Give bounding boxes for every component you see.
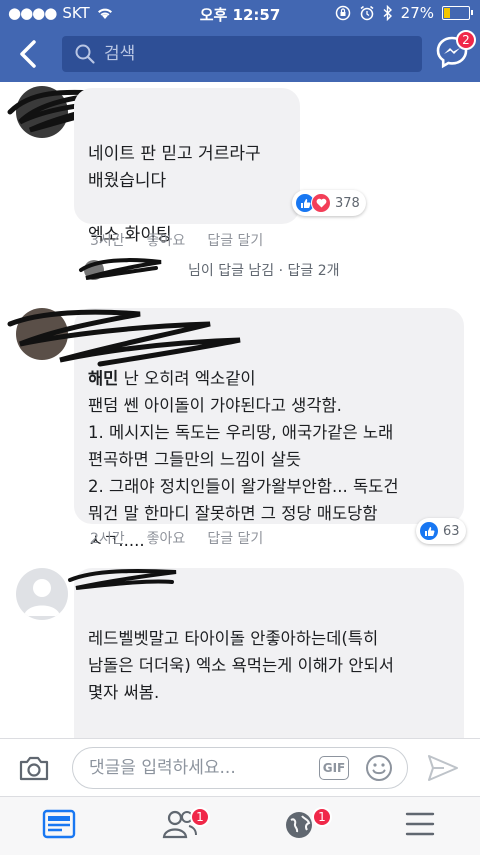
- nav-bar: 2: [0, 30, 480, 78]
- comment-time: 3시간: [90, 233, 125, 249]
- tab-menu[interactable]: [404, 809, 444, 843]
- tab-notifications[interactable]: 1: [284, 807, 332, 843]
- bluetooth-icon: [383, 5, 392, 21]
- comments-list[interactable]: 네이트 판 믿고 거르라구 배웠습니다 엑소 화이팅 378 3시간 좋아요 답…: [0, 82, 480, 738]
- reaction-count: 63: [443, 523, 460, 539]
- avatar[interactable]: [16, 308, 68, 360]
- tab-news-feed[interactable]: [42, 809, 82, 843]
- comment-bubble[interactable]: 레드벨벳말고 타아이돌 안좋아하는데(특히 남돌은 더더욱) 엑소 욕먹는게 이…: [74, 568, 464, 738]
- status-bar: ●●●● SKT 오후 12:57 27%: [0, 0, 480, 26]
- love-reaction-icon: [311, 193, 331, 213]
- like-reaction-icon: [419, 521, 439, 541]
- reply-summary: 님이 답글 남김 · 답글 2개: [188, 263, 340, 279]
- mention-highlight[interactable]: 해민: [88, 369, 118, 388]
- news-feed-icon: [42, 809, 76, 839]
- search-input[interactable]: [102, 43, 406, 65]
- search-icon: [75, 44, 95, 64]
- reply-link[interactable]: 답글 달기: [207, 230, 263, 250]
- comment-input[interactable]: [87, 757, 311, 779]
- comment-composer: GIF: [0, 738, 480, 797]
- back-arrow-icon[interactable]: [14, 36, 44, 72]
- send-icon[interactable]: [426, 753, 460, 783]
- reaction-summary[interactable]: 63: [416, 518, 466, 544]
- avatar: [84, 260, 104, 280]
- battery-percent: 27%: [400, 4, 434, 22]
- avatar[interactable]: [16, 86, 68, 138]
- notifications-badge: 1: [312, 807, 332, 827]
- avatar-placeholder[interactable]: [16, 568, 68, 620]
- comment-bubble[interactable]: 해민 난 오히려 엑소같이 팬덤 쎈 아이돌이 가야된다고 생각함. 1. 메시…: [74, 308, 464, 550]
- like-link[interactable]: 좋아요: [147, 528, 186, 548]
- reply-summary-row[interactable]: 님이 답글 남김 · 답글 2개: [84, 260, 340, 280]
- bottom-tab-bar: 1 1: [0, 796, 480, 855]
- comment-field[interactable]: GIF: [72, 747, 408, 789]
- camera-icon[interactable]: [18, 753, 50, 783]
- default-avatar-icon: [24, 579, 60, 616]
- orientation-lock-icon: [335, 5, 350, 21]
- messenger-button[interactable]: 2: [434, 30, 476, 74]
- comment-text: 난 오히려 엑소같이 팬덤 쎈 아이돌이 가야된다고 생각함. 1. 메시지는 …: [88, 369, 399, 550]
- hamburger-menu-icon: [405, 812, 435, 836]
- reaction-summary[interactable]: 378: [292, 190, 366, 216]
- search-bar[interactable]: [62, 36, 422, 72]
- reply-link[interactable]: 답글 달기: [207, 528, 263, 548]
- friends-badge: 1: [190, 807, 210, 827]
- top-bar: ●●●● SKT 오후 12:57 27% 2: [0, 0, 480, 82]
- battery-icon: [442, 6, 473, 20]
- comment-text: 레드벨벳말고 타아이돌 안좋아하는데(특히 남돌은 더더욱) 엑소 욕먹는게 이…: [88, 629, 394, 738]
- tab-friends[interactable]: 1: [162, 807, 210, 843]
- gif-button[interactable]: GIF: [319, 756, 349, 780]
- alarm-icon: [360, 5, 374, 21]
- comment-bubble[interactable]: 네이트 판 믿고 거르라구 배웠습니다 엑소 화이팅: [74, 88, 300, 245]
- comment-meta: 2시간 좋아요 답글 달기: [90, 528, 263, 548]
- messenger-badge: 2: [456, 30, 476, 50]
- sticker-icon[interactable]: [365, 754, 393, 782]
- like-link[interactable]: 좋아요: [147, 230, 186, 250]
- globe-icon: [286, 812, 312, 838]
- reaction-count: 378: [335, 195, 360, 211]
- comment-time: 2시간: [90, 531, 125, 547]
- comment-meta: 3시간 좋아요 답글 달기: [90, 230, 263, 250]
